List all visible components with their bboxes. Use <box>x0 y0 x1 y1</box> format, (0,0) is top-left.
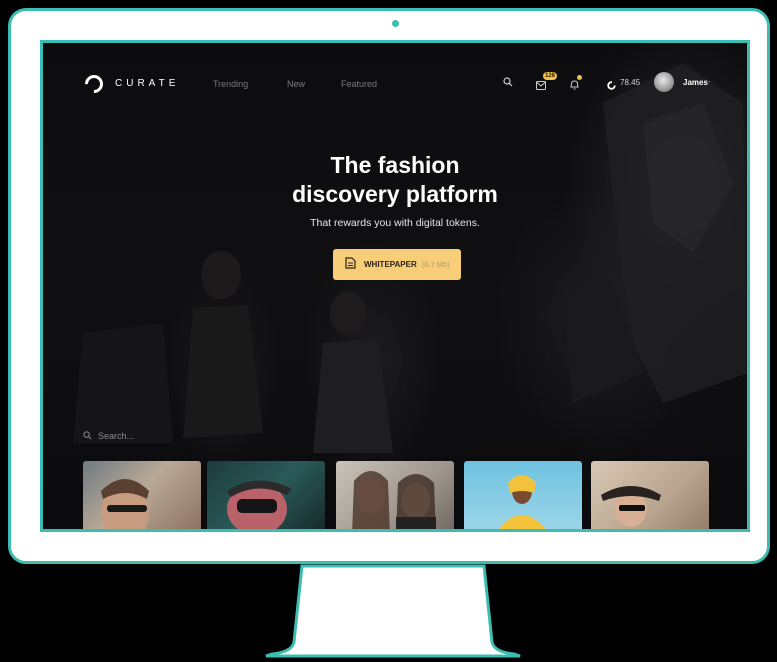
token-icon <box>607 77 616 95</box>
avatar[interactable] <box>654 72 674 92</box>
top-nav: CURATE Trending New Featured 126 78.45 J… <box>43 43 747 121</box>
search-icon[interactable] <box>503 77 513 90</box>
thumbnail-card[interactable] <box>464 461 582 529</box>
whitepaper-size: (6.7 Mb) <box>421 260 450 269</box>
document-icon <box>345 256 356 274</box>
brand-name[interactable]: CURATE <box>115 78 179 89</box>
user-menu-caret[interactable]: · <box>708 76 711 86</box>
hero-title: The fashion discovery platform <box>43 151 747 209</box>
app-screen: CURATE Trending New Featured 126 78.45 J… <box>40 40 750 532</box>
user-name[interactable]: James <box>683 78 708 87</box>
thumbnail-card[interactable] <box>336 461 454 529</box>
hero-title-line1: The fashion <box>330 152 460 178</box>
thumbnail-card[interactable] <box>83 461 201 529</box>
token-balance: 78.45 <box>620 78 641 87</box>
camera-dot <box>392 20 399 27</box>
search-bar[interactable]: Search... <box>83 427 134 445</box>
thumbnail-card[interactable] <box>591 461 709 529</box>
whitepaper-button[interactable]: WHITEPAPER (6.7 Mb) <box>333 249 461 280</box>
hero-subtitle: That rewards you with digital tokens. <box>310 217 480 229</box>
nav-link-featured[interactable]: Featured <box>341 79 377 89</box>
nav-link-trending[interactable]: Trending <box>213 79 248 89</box>
notifications-dot <box>577 75 582 80</box>
search-field-icon <box>83 427 92 445</box>
hero-title-line2: discovery platform <box>292 181 498 207</box>
monitor-stand <box>265 564 521 658</box>
whitepaper-label: WHITEPAPER <box>364 260 417 269</box>
thumbnail-card[interactable] <box>207 461 325 529</box>
messages-badge: 126 <box>543 72 558 80</box>
logo-icon[interactable] <box>81 71 107 97</box>
search-input[interactable]: Search... <box>98 431 134 441</box>
nav-link-new[interactable]: New <box>287 79 305 89</box>
